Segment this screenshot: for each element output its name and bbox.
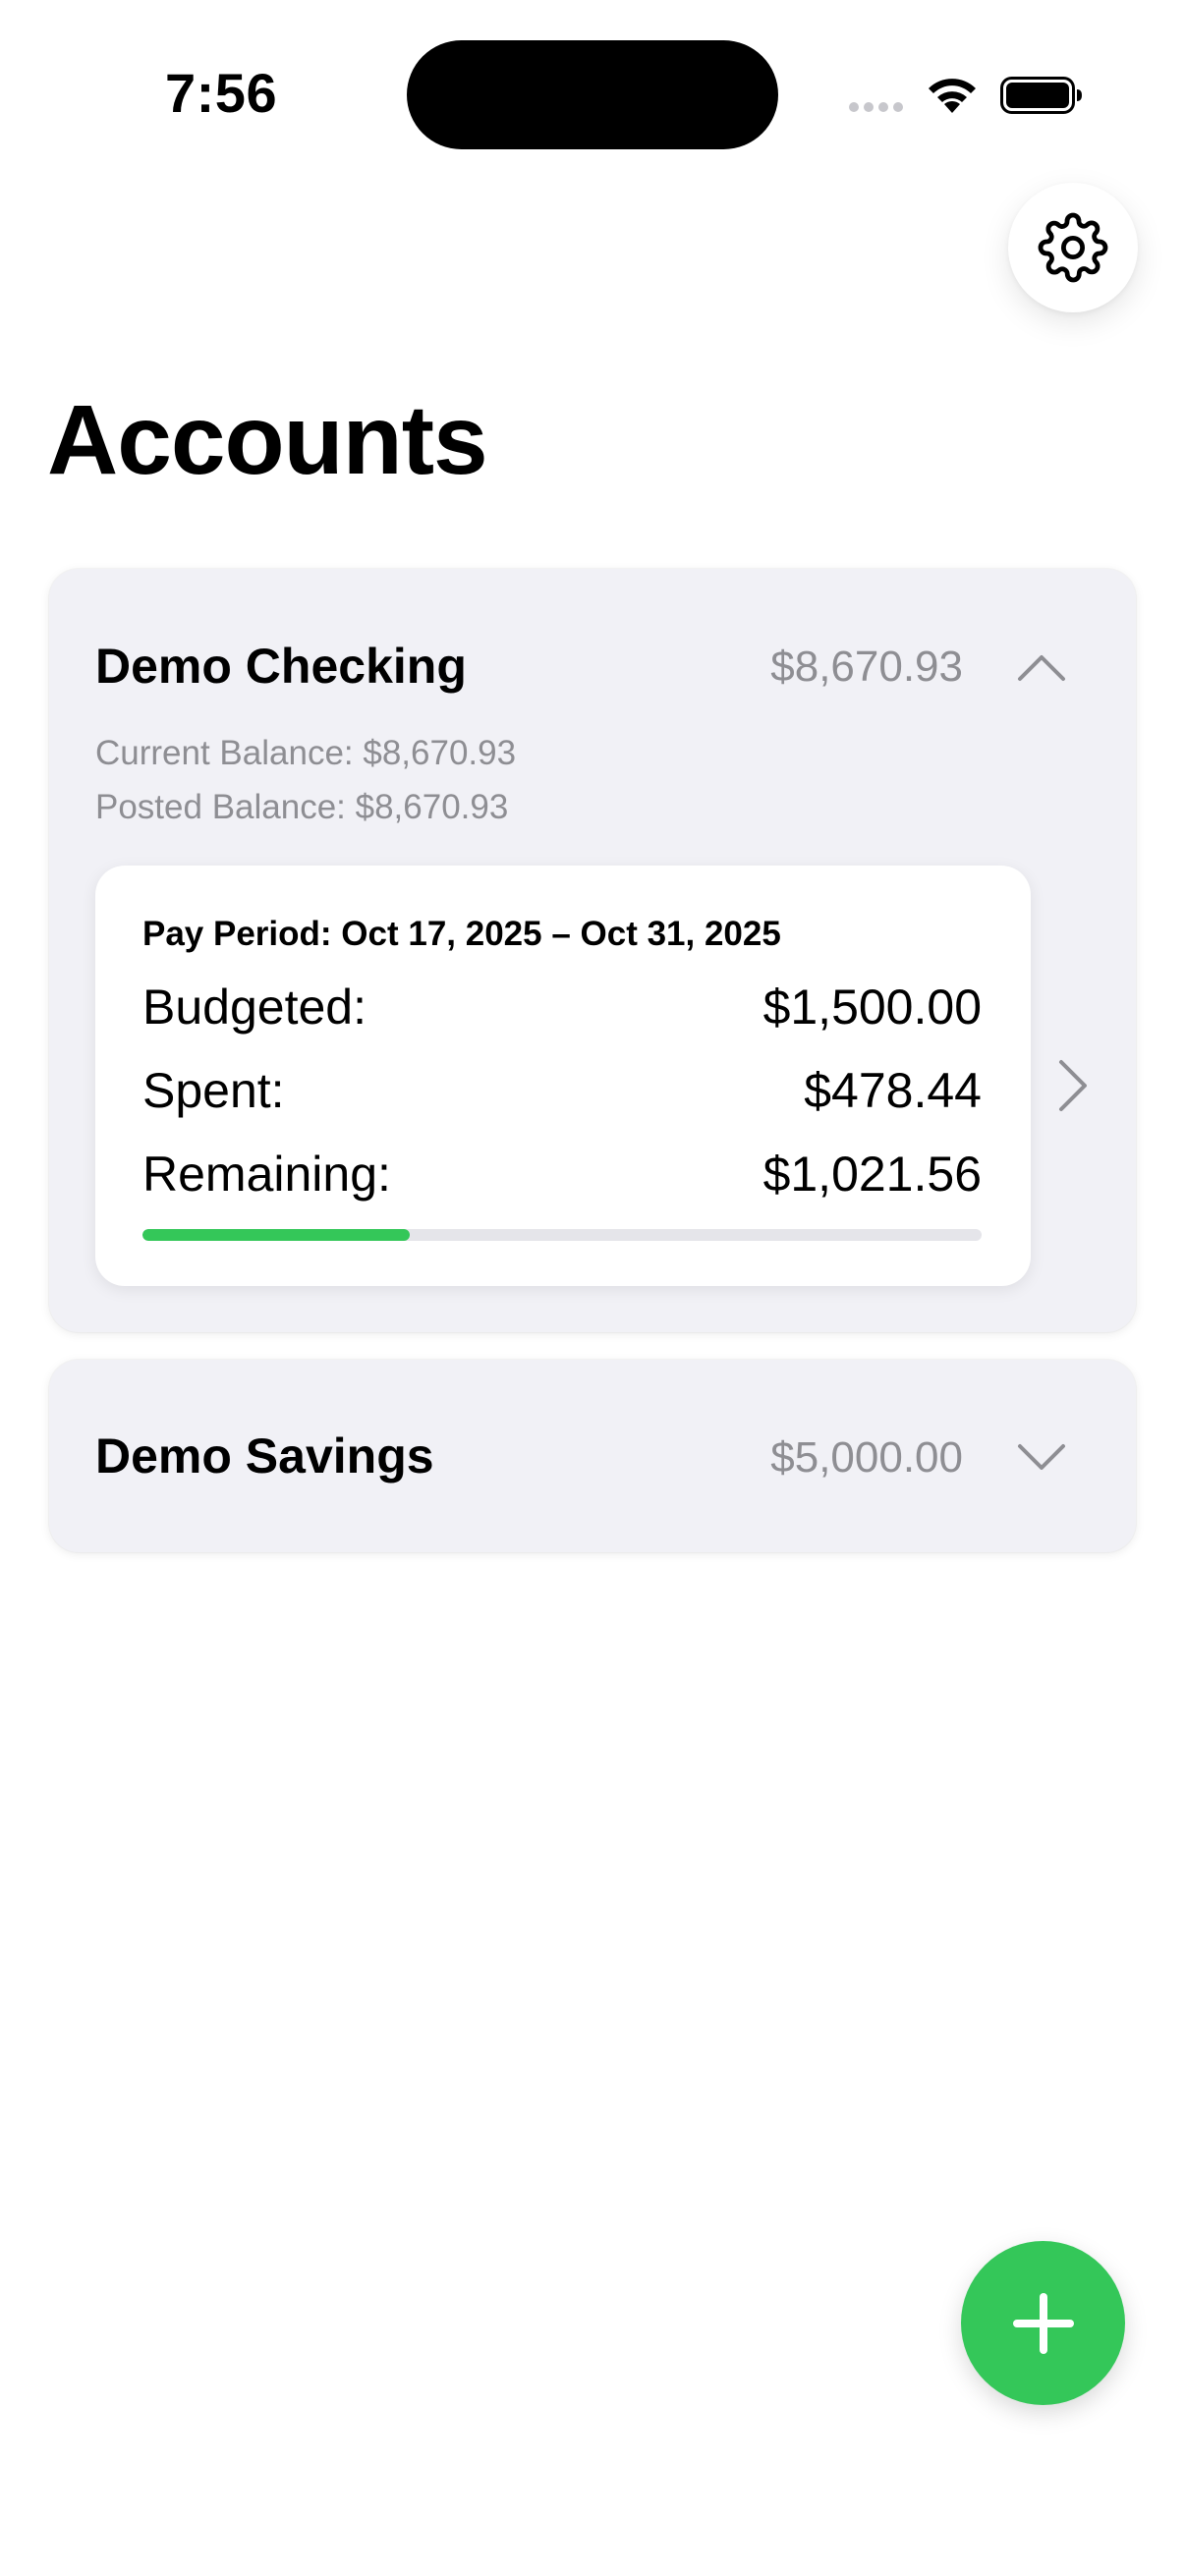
budgeted-label: Budgeted:: [142, 980, 367, 1035]
dynamic-island: [407, 40, 778, 149]
gear-icon: [1038, 212, 1108, 283]
status-time: 7:56: [165, 62, 278, 124]
wifi-icon: [929, 79, 976, 113]
cellular-signal-icon: [849, 102, 903, 112]
remaining-value: $1,021.56: [762, 1147, 982, 1202]
budget-summary-card[interactable]: Pay Period: Oct 17, 2025 – Oct 31, 2025 …: [95, 866, 1031, 1286]
battery-icon: [1000, 77, 1082, 114]
pay-period: Pay Period: Oct 17, 2025 – Oct 31, 2025: [142, 915, 781, 953]
status-bar: 7:56: [0, 0, 1185, 196]
page-title: Accounts: [47, 385, 488, 495]
chevron-right-icon[interactable]: [1045, 1050, 1100, 1121]
chevron-down-icon[interactable]: [1010, 1425, 1073, 1487]
account-amount: $5,000.00: [770, 1433, 963, 1482]
budget-progress-bar: [142, 1229, 982, 1241]
account-header-savings[interactable]: Demo Savings $5,000.00: [49, 1360, 1136, 1556]
account-name: Demo Savings: [95, 1428, 434, 1484]
spent-label: Spent:: [142, 1063, 285, 1118]
account-amount: $8,670.93: [770, 643, 963, 691]
budgeted-value: $1,500.00: [762, 980, 982, 1035]
budget-progress-fill: [142, 1229, 411, 1241]
current-balance: Current Balance: $8,670.93: [95, 734, 517, 772]
add-account-button[interactable]: [961, 2241, 1125, 2405]
plus-icon: [1012, 2292, 1074, 2354]
remaining-label: Remaining:: [142, 1147, 391, 1202]
spent-value: $478.44: [804, 1063, 982, 1118]
account-card-checking: Demo Checking $8,670.93 Current Balance:…: [49, 569, 1136, 1332]
posted-balance: Posted Balance: $8,670.93: [95, 788, 509, 826]
account-name: Demo Checking: [95, 639, 467, 694]
account-card-savings: Demo Savings $5,000.00: [49, 1360, 1136, 1552]
settings-button[interactable]: [1008, 183, 1138, 312]
chevron-up-icon[interactable]: [1010, 638, 1073, 700]
